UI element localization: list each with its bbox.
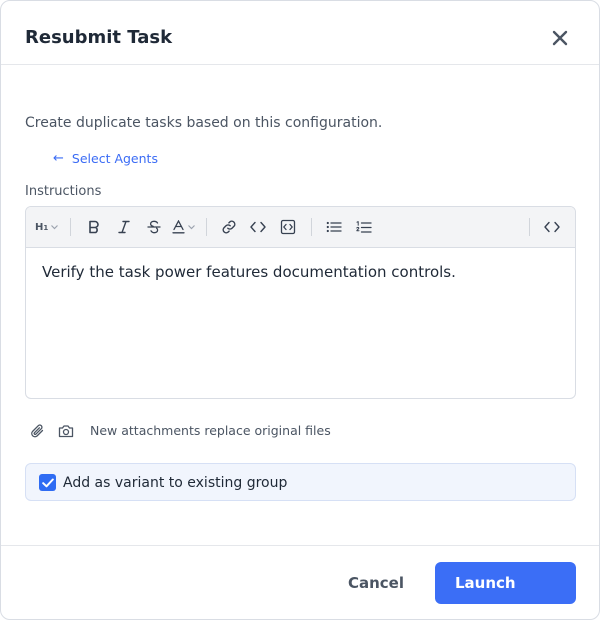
bullet-list-icon [326, 221, 342, 233]
launch-button[interactable]: Launch [435, 562, 576, 604]
attachments-note: New attachments replace original files [90, 423, 331, 438]
attach-file-button[interactable] [27, 421, 47, 441]
variant-label[interactable]: Add as variant to existing group [63, 474, 287, 492]
italic-icon [118, 220, 130, 234]
text-color-dropdown[interactable] [171, 216, 195, 238]
instructions-label: Instructions [25, 184, 102, 199]
strikethrough-button[interactable] [143, 216, 165, 238]
intro-text: Create duplicate tasks based on this con… [25, 115, 383, 131]
strikethrough-icon [147, 220, 161, 234]
dialog-title: Resubmit Task [25, 27, 173, 48]
source-code-button[interactable] [541, 216, 563, 238]
instructions-text[interactable]: Verify the task power features documenta… [42, 262, 559, 282]
arrow-left-icon: ← [53, 150, 64, 166]
chevron-down-icon [187, 224, 195, 229]
italic-button[interactable] [113, 216, 135, 238]
text-color-icon [171, 220, 185, 234]
capture-screenshot-button[interactable] [56, 421, 76, 441]
inline-code-icon [250, 221, 266, 233]
link-button[interactable] [218, 216, 240, 238]
check-icon [41, 478, 54, 487]
chevron-down-icon [51, 224, 59, 229]
code-block-icon [280, 219, 296, 235]
source-code-icon [544, 221, 560, 233]
numbered-list-button[interactable] [353, 216, 375, 238]
bullet-list-button[interactable] [323, 216, 345, 238]
numbered-list-icon [356, 220, 372, 233]
inline-code-button[interactable] [247, 216, 269, 238]
select-agents-label: Select Agents [71, 150, 158, 166]
resubmit-task-dialog: Resubmit Task Create duplicate tasks bas… [0, 0, 600, 620]
bold-icon [89, 220, 99, 234]
cancel-button[interactable]: Cancel [331, 562, 421, 604]
heading-icon: H1 [35, 221, 49, 233]
toolbar-divider [311, 218, 312, 236]
code-block-button[interactable] [277, 216, 299, 238]
dialog-header: Resubmit Task [1, 1, 599, 65]
instructions-editor[interactable]: H1 Verify the task power features docume… [25, 206, 576, 399]
close-icon [552, 30, 568, 46]
toolbar-divider [206, 218, 207, 236]
variant-option[interactable]: Add as variant to existing group [25, 463, 576, 501]
editor-toolbar: H1 [26, 207, 575, 248]
select-agents-link[interactable]: ← Select Agents [53, 149, 158, 167]
toolbar-divider [70, 218, 71, 236]
toolbar-divider [529, 218, 530, 236]
close-button[interactable] [547, 25, 573, 51]
camera-icon [58, 425, 74, 438]
variant-checkbox[interactable] [39, 474, 56, 491]
link-icon [222, 220, 236, 234]
bold-button[interactable] [83, 216, 105, 238]
heading-dropdown[interactable]: H1 [35, 216, 59, 238]
dialog-footer: Cancel Launch [1, 545, 599, 619]
paperclip-icon [31, 424, 44, 438]
